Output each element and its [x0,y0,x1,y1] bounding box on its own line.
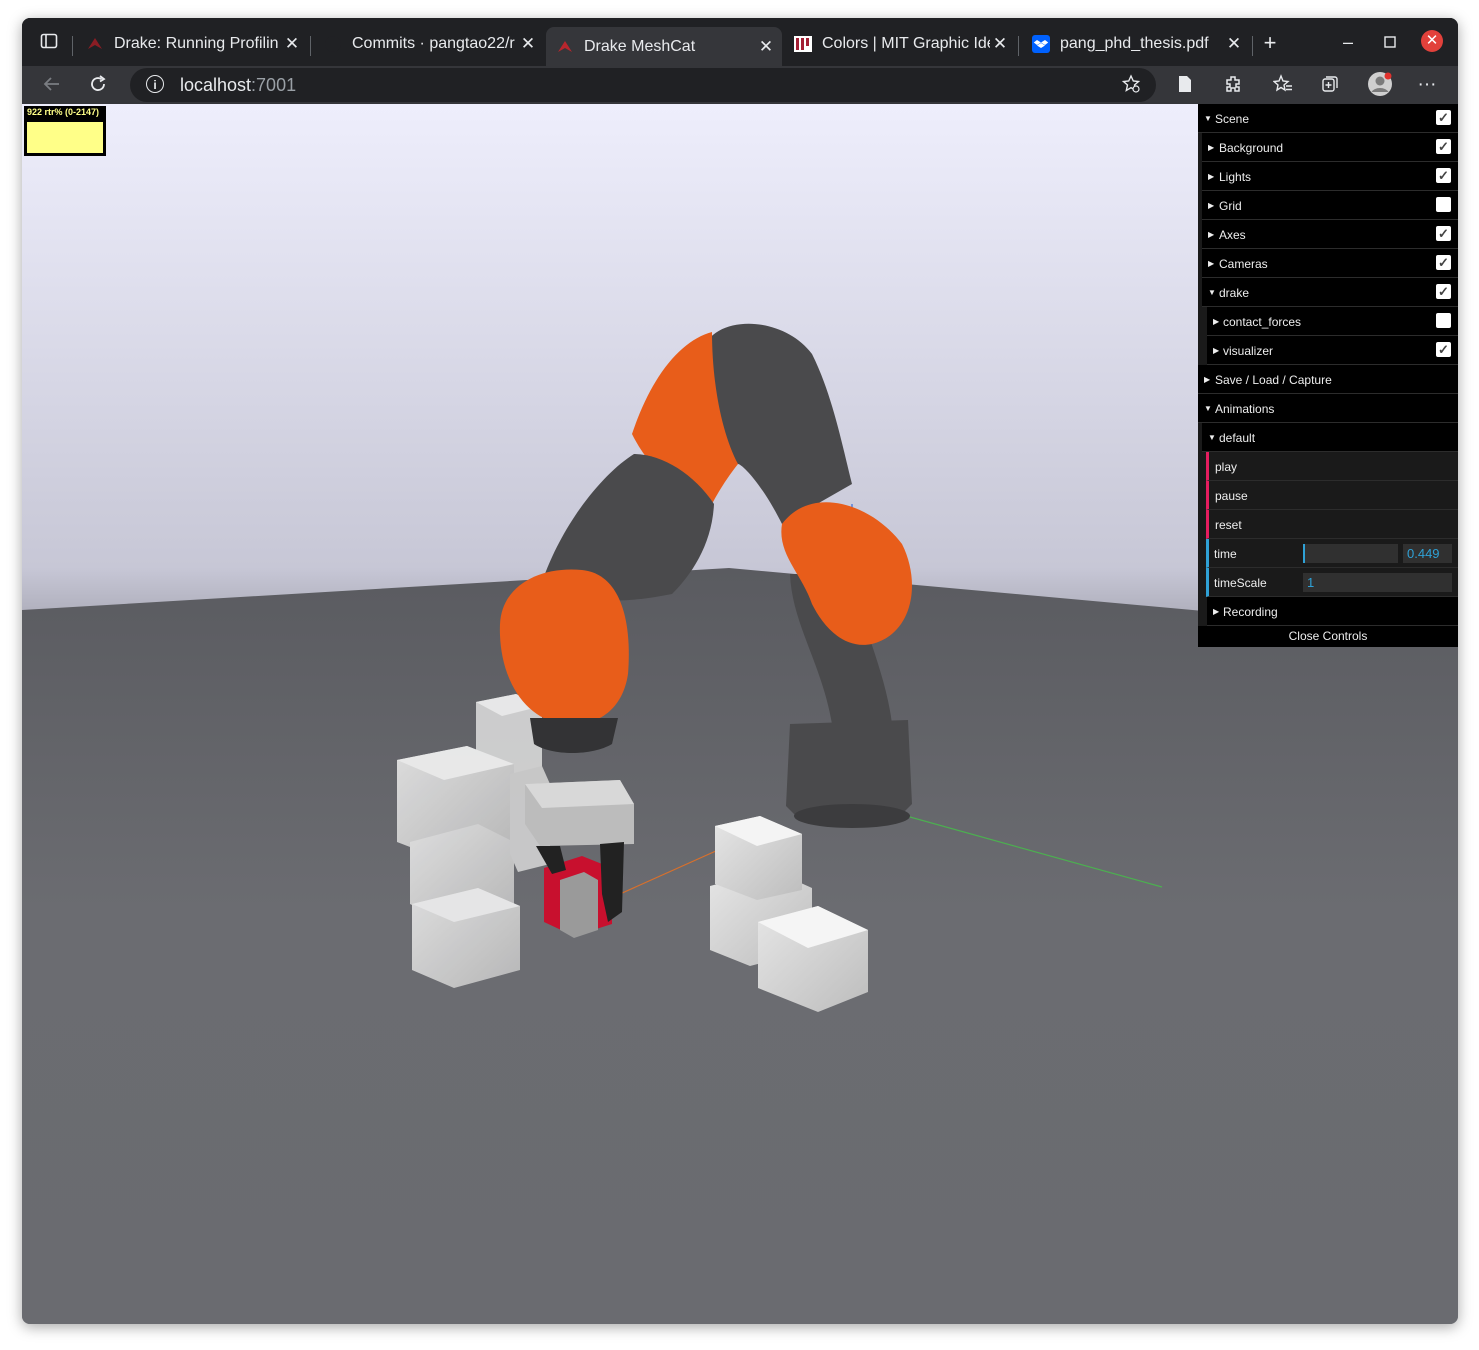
browser-window: Drake: Running Profilin ✕ Commits · pang… [22,18,1458,1324]
folder-contact-forces[interactable]: ▶ contact_forces [1207,307,1458,336]
favorites-icon[interactable] [1272,74,1294,96]
chevron-down-icon: ▼ [1204,114,1212,123]
close-controls-button[interactable]: Close Controls [1198,626,1458,647]
scene-checkbox[interactable]: ✓ [1436,110,1451,125]
folder-lights[interactable]: ▶ Lights ✓ [1202,162,1458,191]
chevron-right-icon: ▶ [1204,375,1211,384]
dropbox-icon [1032,35,1050,53]
chevron-down-icon: ▼ [1208,288,1216,297]
chevron-down-icon: ▼ [1208,433,1216,442]
more-options-icon[interactable]: ··· [1416,74,1438,96]
chevron-right-icon: ▶ [1213,346,1220,355]
tab-mit-colors[interactable]: Colors | MIT Graphic Ide ✕ [784,27,1016,61]
chevron-down-icon: ▼ [1204,404,1212,413]
folder-animations[interactable]: ▼ Animations [1198,394,1458,423]
folder-axes[interactable]: ▶ Axes ✓ [1202,220,1458,249]
stats-panel[interactable]: 922 rtr% (0-2147) [24,106,106,156]
drake-logo-icon [86,35,104,53]
cameras-checkbox[interactable]: ✓ [1436,255,1451,270]
close-tab-icon[interactable]: ✕ [1224,34,1244,54]
tab-strip: Drake: Running Profilin ✕ Commits · pang… [22,18,1458,66]
folder-save-load-capture[interactable]: ▶ Save / Load / Capture [1198,365,1458,394]
close-tab-icon[interactable]: ✕ [518,34,538,54]
url-text[interactable]: localhost:7001 [180,75,296,96]
close-tab-icon[interactable]: ✕ [990,34,1010,54]
tab-title: Drake MeshCat [584,37,696,55]
chevron-right-icon: ▶ [1208,172,1215,181]
time-control: time 0.449 [1206,539,1458,568]
controls-panel: ▼ Scene ✓ ▶ Background ✓ ▶ Lights ✓ ▶ Gr… [1198,104,1458,647]
time-input[interactable]: 0.449 [1403,544,1452,563]
site-info-icon[interactable]: i [146,75,164,93]
visualizer-checkbox[interactable]: ✓ [1436,342,1451,357]
folder-visualizer[interactable]: ▶ visualizer ✓ [1207,336,1458,365]
folder-background[interactable]: ▶ Background ✓ [1202,133,1458,162]
timescale-input[interactable]: 1 [1303,573,1452,592]
timescale-control: timeScale 1 [1206,568,1458,597]
drake-logo-icon [556,38,574,56]
chevron-right-icon: ▶ [1213,317,1220,326]
stats-label: 922 rtr% (0-2147) [27,107,100,117]
contact-forces-checkbox[interactable] [1436,313,1451,328]
time-slider-fill [1303,544,1305,563]
github-icon [324,35,342,53]
extensions-icon[interactable] [1222,74,1244,96]
address-bar[interactable]: i localhost:7001 [130,68,1156,102]
lights-checkbox[interactable]: ✓ [1436,168,1451,183]
close-tab-icon[interactable]: ✕ [756,37,776,57]
reload-icon[interactable] [87,74,109,96]
folder-grid[interactable]: ▶ Grid [1202,191,1458,220]
tab-drake-profiling[interactable]: Drake: Running Profilin ✕ [76,27,308,61]
browser-toolbar: i localhost:7001 ··· [22,66,1458,104]
profile-avatar-icon[interactable] [1367,71,1393,97]
pause-button[interactable]: pause [1206,481,1458,510]
play-button[interactable]: play [1206,452,1458,481]
add-favorite-icon[interactable] [1120,74,1142,96]
tab-thesis-pdf[interactable]: pang_phd_thesis.pdf ✕ [1022,27,1250,61]
tab-title: Commits · pangtao22/r [352,35,515,52]
maximize-icon[interactable] [1380,32,1400,53]
folder-drake[interactable]: ▼ drake ✓ [1202,278,1458,307]
chevron-right-icon: ▶ [1208,201,1215,210]
folder-scene[interactable]: ▼ Scene ✓ [1198,104,1458,133]
folder-recording[interactable]: ▶ Recording [1207,597,1458,626]
time-slider[interactable] [1303,544,1398,563]
tab-drake-meshcat[interactable]: Drake MeshCat ✕ [546,27,782,66]
stats-graph [27,122,103,153]
sidebar-toggle-icon[interactable] [38,32,60,54]
background-checkbox[interactable]: ✓ [1436,139,1451,154]
mit-logo-icon [794,35,812,53]
folder-default[interactable]: ▼ default [1202,423,1458,452]
chevron-right-icon: ▶ [1208,143,1215,152]
drake-checkbox[interactable]: ✓ [1436,284,1451,299]
reset-button[interactable]: reset [1206,510,1458,539]
grid-checkbox[interactable] [1436,197,1451,212]
chevron-right-icon: ▶ [1208,230,1215,239]
chevron-right-icon: ▶ [1213,607,1220,616]
meshcat-viewport[interactable]: 922 rtr% (0-2147) ▼ Scene ✓ ▶ Background… [22,104,1458,1324]
back-icon[interactable] [41,74,63,96]
new-tab-icon[interactable]: + [1260,30,1280,56]
reading-view-icon[interactable] [1174,74,1196,96]
close-window-icon[interactable]: ✕ [1421,30,1443,52]
folder-cameras[interactable]: ▶ Cameras ✓ [1202,249,1458,278]
tab-title: Colors | MIT Graphic Ide [822,35,990,52]
close-tab-icon[interactable]: ✕ [282,34,302,54]
minimize-icon[interactable]: – [1338,32,1358,53]
chevron-right-icon: ▶ [1208,259,1215,268]
tab-title: Drake: Running Profilin [114,35,279,52]
tab-github-commits[interactable]: Commits · pangtao22/r ✕ [314,27,544,61]
collections-icon[interactable] [1319,74,1341,96]
axes-checkbox[interactable]: ✓ [1436,226,1451,241]
tab-title: pang_phd_thesis.pdf [1060,35,1209,52]
